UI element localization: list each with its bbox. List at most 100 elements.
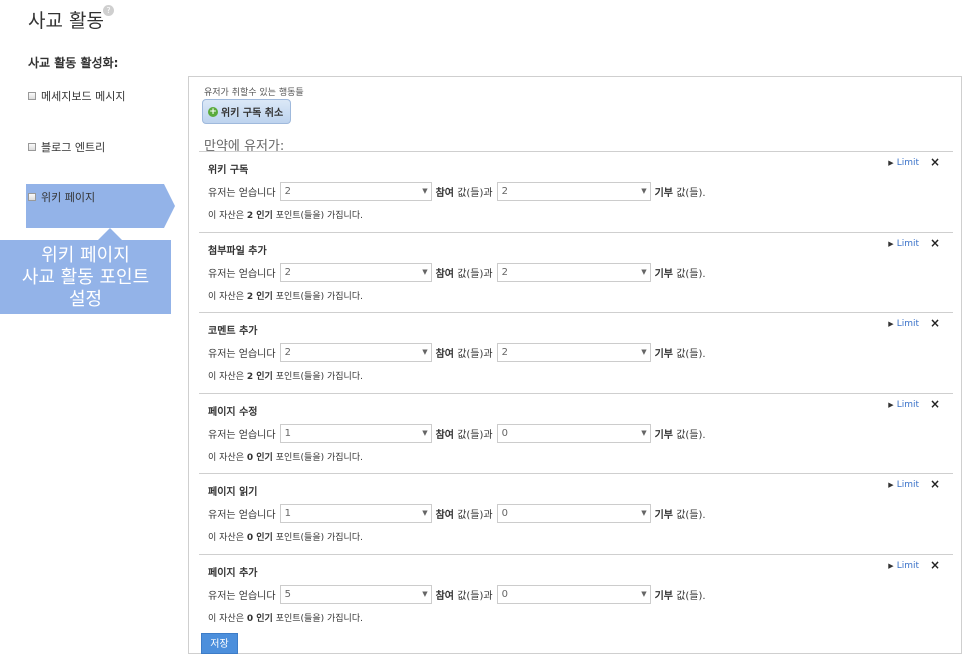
caret-down-icon: ▼: [422, 428, 428, 437]
rule-row: 유저는 얻습니다 2 ▼ 참여 값(들)과 2 ▼ 기부 값(들).: [208, 343, 706, 362]
caret-down-icon: ▼: [422, 267, 428, 276]
participation-suffix: 값(들)과: [457, 349, 493, 360]
participation-select[interactable]: 2 ▼: [279, 262, 432, 282]
participation-select[interactable]: 5 ▼: [279, 584, 432, 604]
rule-row: 유저는 얻습니다 5 ▼ 참여 값(들)과 0 ▼ 기부 값(들).: [208, 584, 706, 604]
contribution-select[interactable]: 2 ▼: [496, 262, 651, 282]
popularity-value: 0 인기: [246, 613, 273, 624]
popularity-note: 이 자산은 2 인기 포인트(들을) 가집니다.: [208, 369, 363, 382]
limit-link[interactable]: ▶ Limit: [888, 239, 919, 249]
settings-panel: 유저가 취할수 있는 행동들 + 위키 구독 취소 만약에 유저가: 위키 구독…: [188, 76, 962, 654]
contribution-suffix: 값(들).: [676, 510, 706, 521]
limit-label: Limit: [896, 480, 919, 490]
sidebar-item-wiki[interactable]: 위키 페이지: [26, 184, 164, 228]
caret-down-icon: ▼: [641, 187, 647, 195]
note-suffix: 포인트(들을) 가집니다.: [275, 452, 363, 463]
participation-select[interactable]: 1 ▼: [279, 504, 432, 523]
checkbox[interactable]: [28, 143, 36, 151]
popularity-note: 이 자산은 0 인기 포인트(들을) 가집니다.: [208, 611, 363, 624]
earn-label: 유저는 얻습니다: [208, 510, 276, 521]
rule-title: 코멘트 추가: [208, 326, 258, 337]
note-suffix: 포인트(들을) 가집니다.: [275, 533, 363, 543]
close-icon[interactable]: ×: [930, 477, 940, 491]
plus-icon: +: [208, 106, 218, 117]
contribution-suffix: 값(들).: [676, 590, 706, 602]
popularity-note: 이 자산은 2 인기 포인트(들을) 가집니다.: [208, 208, 363, 221]
contribution-select[interactable]: 0 ▼: [496, 504, 651, 523]
popularity-note: 이 자산은 0 인기 포인트(들을) 가집니다.: [208, 530, 363, 543]
limit-link[interactable]: ▶ Limit: [888, 400, 919, 410]
checkbox[interactable]: [28, 193, 36, 201]
participation-select[interactable]: 1 ▼: [279, 423, 432, 443]
rule-title: 페이지 추가: [208, 567, 258, 579]
note-suffix: 포인트(들을) 가집니다.: [275, 372, 363, 382]
rule-row: 유저는 얻습니다 2 ▼ 참여 값(들)과 2 ▼ 기부 값(들).: [208, 182, 706, 201]
popularity-value: 2 인기: [246, 372, 273, 382]
limit-link[interactable]: ▶ Limit: [888, 319, 919, 329]
caret-down-icon: ▼: [422, 187, 428, 195]
participation-suffix: 값(들)과: [457, 188, 493, 199]
contribution-select[interactable]: 2 ▼: [496, 182, 651, 201]
sidebar-item-messageboard[interactable]: 메세지보드 메시지: [28, 88, 125, 104]
earn-label: 유저는 얻습니다: [208, 429, 276, 441]
limit-label: Limit: [896, 399, 919, 410]
contribution-label: 기부: [654, 429, 673, 441]
earn-label: 유저는 얻습니다: [208, 349, 276, 360]
contribution-select[interactable]: 0 ▼: [496, 423, 651, 443]
participation-suffix: 값(들)과: [457, 590, 493, 602]
popularity-note: 이 자산은 0 인기 포인트(들을) 가집니다.: [208, 450, 363, 463]
contribution-select[interactable]: 2 ▼: [496, 343, 651, 362]
participation-select[interactable]: 2 ▼: [279, 343, 432, 362]
select-value: 0: [501, 588, 508, 600]
participation-label: 참여: [435, 510, 454, 521]
activity-rule: 코멘트 추가 ▶ Limit × 유저는 얻습니다 2 ▼ 참여 값(들)과 2 ▼ …: [199, 312, 953, 393]
activity-rule: 첨부파일 추가 ▶ Limit × 유저는 얻습니다 2 ▼ 참여 값(들)과 2 ▼…: [199, 231, 953, 313]
contribution-select[interactable]: 0 ▼: [496, 584, 651, 604]
sidebar-item-blog[interactable]: 블로그 엔트리: [28, 139, 105, 155]
select-value: 2: [501, 266, 508, 278]
contribution-suffix: 값(들).: [676, 268, 706, 280]
page-title: 사교 활동: [28, 10, 104, 32]
note-suffix: 포인트(들을) 가집니다.: [275, 291, 363, 302]
caret-down-icon: ▼: [422, 589, 428, 598]
select-value: 1: [284, 508, 291, 519]
activity-rule: 페이지 추가 ▶ Limit × 유저는 얻습니다 5 ▼ 참여 값(들)과 0 ▼ …: [199, 553, 953, 635]
callout-line: 위키 페이지: [41, 245, 130, 266]
close-icon[interactable]: ×: [930, 236, 940, 250]
help-icon[interactable]: ?: [103, 5, 114, 16]
unsubscribe-wiki-button[interactable]: + 위키 구독 취소: [202, 99, 291, 124]
limit-label: Limit: [896, 158, 919, 168]
sidebar-item-label: 블로그 엔트리: [41, 141, 106, 154]
select-value: 2: [501, 186, 508, 197]
select-value: 2: [284, 266, 291, 278]
save-button[interactable]: 저장: [201, 633, 238, 654]
actions-label: 유저가 취할수 있는 행동들: [204, 88, 304, 98]
close-icon[interactable]: ×: [930, 558, 940, 572]
activity-rule: 위키 구독 ▶ Limit × 유저는 얻습니다 2 ▼ 참여 값(들)과 2 ▼ 기…: [199, 151, 953, 232]
popularity-note: 이 자산은 2 인기 포인트(들을) 가집니다.: [208, 289, 363, 302]
limit-link[interactable]: ▶ Limit: [888, 561, 919, 571]
select-value: 5: [284, 588, 291, 600]
caret-down-icon: ▼: [641, 428, 647, 437]
limit-link[interactable]: ▶ Limit: [888, 480, 919, 490]
rule-row: 유저는 얻습니다 1 ▼ 참여 값(들)과 0 ▼ 기부 값(들).: [208, 423, 706, 443]
earn-label: 유저는 얻습니다: [208, 188, 276, 199]
participation-label: 참여: [435, 188, 454, 199]
limit-link[interactable]: ▶ Limit: [888, 158, 919, 168]
participation-label: 참여: [435, 429, 454, 441]
contribution-label: 기부: [654, 188, 673, 199]
participation-label: 참여: [435, 268, 454, 280]
selection-arrow: [164, 184, 175, 228]
close-icon[interactable]: ×: [930, 155, 940, 169]
checkbox[interactable]: [28, 92, 36, 100]
sidebar-item-label: 위키 페이지: [41, 191, 96, 204]
popularity-value: 0 인기: [246, 452, 273, 463]
note-prefix: 이 자산은: [208, 372, 244, 382]
participation-select[interactable]: 2 ▼: [279, 182, 432, 201]
close-icon[interactable]: ×: [930, 316, 940, 330]
annotation-callout: 위키 페이지 사교 활동 포인트 설정: [0, 240, 171, 314]
triangle-right-icon: ▶: [888, 320, 894, 328]
close-icon[interactable]: ×: [930, 397, 940, 411]
limit-label: Limit: [896, 319, 919, 329]
limit-label: Limit: [896, 238, 919, 249]
